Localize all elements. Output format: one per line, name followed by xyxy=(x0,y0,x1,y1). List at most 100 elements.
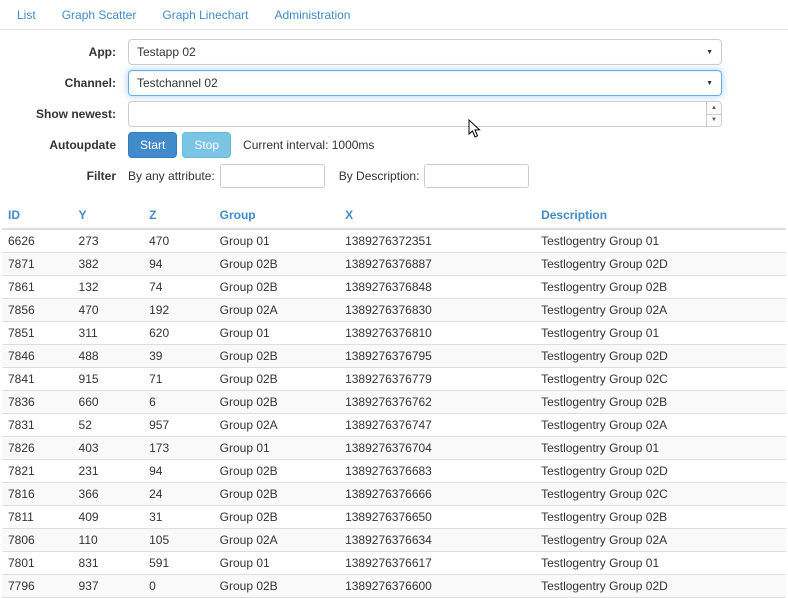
table-row[interactable]: 7826 403 173 Group 01 1389276376704 Testlogen… xyxy=(2,436,786,460)
cell-id: 7871 xyxy=(2,252,73,276)
table-row[interactable]: 7831 52 957 Group 02A 1389276376747 Testlogen… xyxy=(2,413,786,437)
channel-row: Channel: Testchannel 02 ▼ xyxy=(0,70,788,96)
app-select[interactable]: Testapp 02 ▼ xyxy=(128,39,722,65)
cell-group: Group 02B xyxy=(213,344,340,368)
caret-down-icon: ▼ xyxy=(706,48,713,56)
cell-id: 6626 xyxy=(2,228,73,253)
nav-item-graph-scatter[interactable]: Graph Scatter xyxy=(49,8,150,22)
stop-button[interactable]: Stop xyxy=(182,132,232,158)
cell-id: 7796 xyxy=(2,574,73,598)
cell-x: 1389276376683 xyxy=(339,459,536,483)
nav-item-administration[interactable]: Administration xyxy=(261,8,363,22)
stepper-down-icon[interactable]: ▼ xyxy=(707,115,721,127)
table-row[interactable]: 7801 831 591 Group 01 1389276376617 Testlogen… xyxy=(2,551,786,575)
table-row[interactable]: 7856 470 192 Group 02A 1389276376830 Testloge… xyxy=(2,298,786,322)
show-newest-input[interactable] xyxy=(128,101,722,127)
cell-group: Group 02A xyxy=(213,413,340,437)
nav-item-list[interactable]: List xyxy=(4,8,49,22)
autoupdate-label: Autoupdate xyxy=(49,138,116,152)
table-row[interactable]: 7871 382 94 Group 02B 1389276376887 Testlogen… xyxy=(2,252,786,276)
cell-z: 31 xyxy=(143,505,214,529)
cell-z: 6 xyxy=(143,390,214,414)
cell-description: Testlogentry Group 02D xyxy=(535,252,786,276)
cell-description: Testlogentry Group 02B xyxy=(535,505,786,529)
cell-x: 1389276376650 xyxy=(339,505,536,529)
log-table-wrap: ID Y Z Group X Description 6626 273 470 Gro… xyxy=(0,196,788,598)
table-row[interactable]: 7816 366 24 Group 02B 1389276376666 Testlogen… xyxy=(2,482,786,506)
nav-item-graph-linechart[interactable]: Graph Linechart xyxy=(149,8,261,22)
column-header-y[interactable]: Y xyxy=(72,202,144,230)
channel-select[interactable]: Testchannel 02 ▼ xyxy=(128,70,722,96)
table-row[interactable]: 7796 937 0 Group 02B 1389276376600 Testlogent… xyxy=(2,574,786,598)
table-header-row: ID Y Z Group X Description xyxy=(2,202,786,230)
filter-label: Filter xyxy=(86,169,116,183)
cell-group: Group 02B xyxy=(213,390,340,414)
column-header-group[interactable]: Group xyxy=(213,202,340,230)
cell-id: 7821 xyxy=(2,459,73,483)
column-header-x[interactable]: X xyxy=(339,202,536,230)
cell-x: 1389276376830 xyxy=(339,298,536,322)
log-filter-form: App: Testapp 02 ▼ Channel: Testchannel 0… xyxy=(0,30,788,196)
cell-z: 39 xyxy=(143,344,214,368)
table-row[interactable]: 7806 110 105 Group 02A 1389276376634 Testloge… xyxy=(2,528,786,552)
cell-description: Testlogentry Group 02B xyxy=(535,275,786,299)
cell-description: Testlogentry Group 02D xyxy=(535,459,786,483)
cell-z: 192 xyxy=(143,298,214,322)
column-header-description[interactable]: Description xyxy=(535,202,786,230)
by-description-input[interactable] xyxy=(424,164,530,188)
cell-y: 409 xyxy=(72,505,144,529)
cell-z: 24 xyxy=(143,482,214,506)
cell-y: 231 xyxy=(72,459,144,483)
cell-y: 132 xyxy=(72,275,144,299)
cell-y: 470 xyxy=(72,298,144,322)
cell-x: 1389276376666 xyxy=(339,482,536,506)
table-row[interactable]: 7836 660 6 Group 02B 1389276376762 Testlogent… xyxy=(2,390,786,414)
table-row[interactable]: 7861 132 74 Group 02B 1389276376848 Testlogen… xyxy=(2,275,786,299)
cell-group: Group 01 xyxy=(213,551,340,575)
table-row[interactable]: 6626 273 470 Group 01 1389276372351 Testlogen… xyxy=(2,228,786,253)
stepper-up-icon[interactable]: ▲ xyxy=(707,102,721,115)
cell-z: 0 xyxy=(143,574,214,598)
cell-group: Group 01 xyxy=(213,436,340,460)
cell-z: 71 xyxy=(143,367,214,391)
cell-y: 488 xyxy=(72,344,144,368)
cell-z: 470 xyxy=(143,228,214,253)
log-table-body: 6626 273 470 Group 01 1389276372351 Testlogen… xyxy=(2,228,786,598)
cell-description: Testlogentry Group 02A xyxy=(535,298,786,322)
table-row[interactable]: 7841 915 71 Group 02B 1389276376779 Testlogen… xyxy=(2,367,786,391)
show-newest-label: Show newest: xyxy=(35,107,116,121)
cell-x: 1389276376810 xyxy=(339,321,536,345)
show-newest-row: Show newest: ▲ ▼ xyxy=(0,101,788,127)
cell-x: 1389276376848 xyxy=(339,275,536,299)
cell-id: 7851 xyxy=(2,321,73,345)
cell-description: Testlogentry Group 02C xyxy=(535,482,786,506)
cell-group: Group 02B xyxy=(213,252,340,276)
column-header-z[interactable]: Z xyxy=(143,202,214,230)
cell-description: Testlogentry Group 01 xyxy=(535,436,786,460)
table-row[interactable]: 7811 409 31 Group 02B 1389276376650 Testlogen… xyxy=(2,505,786,529)
current-interval-text: Current interval: 1000ms xyxy=(243,138,375,152)
cell-x: 1389276372351 xyxy=(339,228,536,253)
cell-id: 7826 xyxy=(2,436,73,460)
cell-y: 110 xyxy=(72,528,144,552)
cell-z: 94 xyxy=(143,252,214,276)
cell-z: 957 xyxy=(143,413,214,437)
autoupdate-row: Autoupdate Start Stop Current interval: … xyxy=(0,132,788,158)
channel-label: Channel: xyxy=(64,76,116,90)
cell-y: 311 xyxy=(72,321,144,345)
start-button[interactable]: Start xyxy=(128,132,178,158)
by-attribute-label: By any attribute: xyxy=(128,169,215,183)
table-row[interactable]: 7846 488 39 Group 02B 1389276376795 Testlogen… xyxy=(2,344,786,368)
cell-description: Testlogentry Group 01 xyxy=(535,321,786,345)
table-row[interactable]: 7821 231 94 Group 02B 1389276376683 Testlogen… xyxy=(2,459,786,483)
cell-y: 273 xyxy=(72,228,144,253)
cell-x: 1389276376600 xyxy=(339,574,536,598)
top-nav: List Graph Scatter Graph Linechart Admin… xyxy=(0,0,788,30)
number-stepper[interactable]: ▲ ▼ xyxy=(706,102,721,126)
by-attribute-input[interactable] xyxy=(219,164,325,188)
cell-description: Testlogentry Group 01 xyxy=(535,551,786,575)
column-header-id[interactable]: ID xyxy=(2,202,73,230)
by-description-label: By Description: xyxy=(338,169,420,183)
cell-id: 7811 xyxy=(2,505,73,529)
table-row[interactable]: 7851 311 620 Group 01 1389276376810 Testlogen… xyxy=(2,321,786,345)
